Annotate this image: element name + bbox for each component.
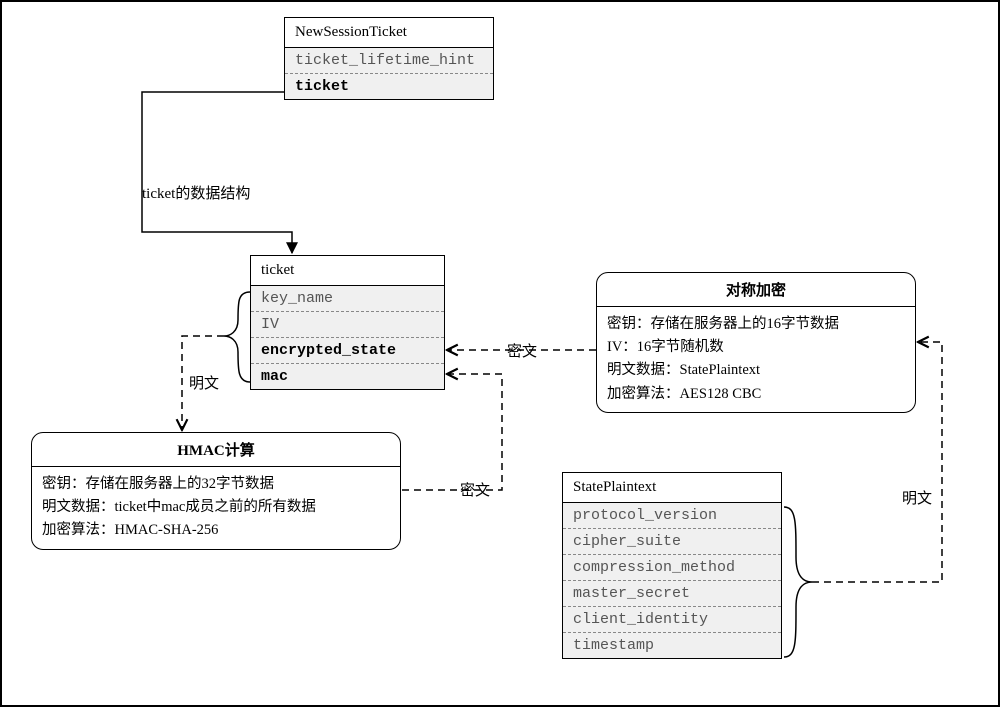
label-plaintext-left: 明文	[189, 372, 219, 393]
row-client-identity: client_identity	[563, 607, 781, 633]
title-new-session-ticket: NewSessionTicket	[285, 18, 493, 48]
body-symmetric-encryption: 密钥：存储在服务器上的16字节数据 IV：16字节随机数 明文数据：StateP…	[597, 307, 915, 412]
symenc-line-iv: IV：16字节随机数	[607, 336, 905, 359]
symenc-line-algo: 加密算法：AES128 CBC	[607, 383, 905, 406]
hmac-line-plaintext: 明文数据：ticket中mac成员之前的所有数据	[42, 496, 390, 519]
label-plaintext-right: 明文	[902, 487, 932, 508]
row-ticket: ticket	[285, 74, 493, 99]
box-state-plaintext: StatePlaintext protocol_version cipher_s…	[562, 472, 782, 659]
label-ciphertext-bottom: 密文	[460, 479, 490, 500]
brace-ticket-left	[224, 292, 250, 382]
box-hmac: HMAC计算 密钥：存储在服务器上的32字节数据 明文数据：ticket中mac…	[31, 432, 401, 550]
row-mac: mac	[251, 364, 444, 389]
brace-stateplaintext-right	[784, 507, 812, 657]
body-state-plaintext: protocol_version cipher_suite compressio…	[563, 503, 781, 658]
title-ticket: ticket	[251, 256, 444, 286]
body-hmac: 密钥：存储在服务器上的32字节数据 明文数据：ticket中mac成员之前的所有…	[32, 467, 400, 549]
row-cipher-suite: cipher_suite	[563, 529, 781, 555]
label-ciphertext-top: 密文	[507, 340, 537, 361]
title-state-plaintext: StatePlaintext	[563, 473, 781, 503]
hmac-line-key: 密钥：存储在服务器上的32字节数据	[42, 473, 390, 496]
diagram-canvas: NewSessionTicket ticket_lifetime_hint ti…	[0, 0, 1000, 707]
row-timestamp: timestamp	[563, 633, 781, 658]
row-master-secret: master_secret	[563, 581, 781, 607]
box-ticket: ticket key_name IV encrypted_state mac	[250, 255, 445, 390]
body-new-session-ticket: ticket_lifetime_hint ticket	[285, 48, 493, 99]
label-ticket-data-structure: ticket的数据结构	[142, 182, 250, 203]
title-hmac: HMAC计算	[32, 433, 400, 467]
symenc-line-plaintext: 明文数据：StatePlaintext	[607, 359, 905, 382]
title-symmetric-encryption: 对称加密	[597, 273, 915, 307]
row-protocol-version: protocol_version	[563, 503, 781, 529]
arrow-hmac-ciphertext-to-mac	[402, 374, 502, 490]
row-key-name: key_name	[251, 286, 444, 312]
hmac-line-algo: 加密算法：HMAC-SHA-256	[42, 519, 390, 542]
row-compression-method: compression_method	[563, 555, 781, 581]
row-iv: IV	[251, 312, 444, 338]
row-ticket-lifetime-hint: ticket_lifetime_hint	[285, 48, 493, 74]
body-ticket: key_name IV encrypted_state mac	[251, 286, 444, 389]
arrow-nst-to-ticket	[142, 92, 292, 253]
box-new-session-ticket: NewSessionTicket ticket_lifetime_hint ti…	[284, 17, 494, 100]
row-encrypted-state: encrypted_state	[251, 338, 444, 364]
box-symmetric-encryption: 对称加密 密钥：存储在服务器上的16字节数据 IV：16字节随机数 明文数据：S…	[596, 272, 916, 413]
symenc-line-key: 密钥：存储在服务器上的16字节数据	[607, 313, 905, 336]
